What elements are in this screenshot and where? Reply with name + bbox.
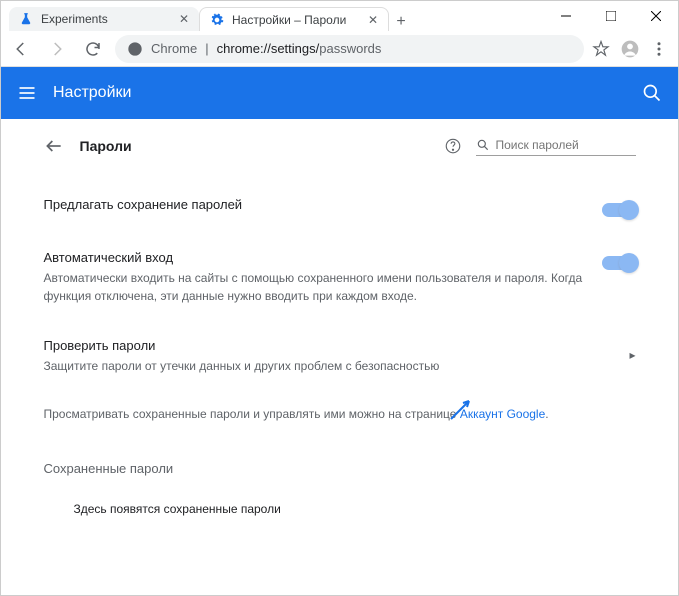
reload-button[interactable] [79,35,107,63]
back-button[interactable] [7,35,35,63]
chevron-right-icon: ▸ [629,338,635,362]
row-description: Автоматически входить на сайты с помощью… [44,269,586,305]
help-icon[interactable] [444,137,462,155]
row-autosignin: Автоматический вход Автоматически входит… [44,233,636,321]
password-search-input[interactable] [496,138,636,152]
maximize-button[interactable] [588,1,633,31]
page-title: Пароли [80,138,132,154]
back-arrow-button[interactable] [44,136,64,156]
content: Пароли Предлагать сохранение паролей [20,119,660,570]
row-label: Автоматический вход [44,250,586,265]
url-prefix: Chrome [151,41,197,56]
url-path: passwords [319,41,381,56]
gear-icon [210,13,224,27]
search-icon [476,137,490,153]
settings-appbar: Настройки [1,67,678,119]
toolbar: Chrome | chrome://settings/passwords [1,31,678,67]
toggle-offer-save[interactable] [602,203,636,217]
appbar-title: Настройки [53,84,131,102]
row-description: Защитите пароли от утечки данных и други… [44,357,614,375]
tab-settings-passwords[interactable]: Настройки – Пароли ✕ [199,7,389,31]
saved-passwords-title: Сохраненные пароли [44,461,636,476]
password-search[interactable] [476,135,636,156]
url-host: chrome://settings/ [217,41,320,56]
hamburger-icon[interactable] [17,83,37,103]
close-window-button[interactable] [633,1,678,31]
profile-icon[interactable] [620,39,640,59]
new-tab-button[interactable]: + [389,13,413,31]
titlebar: Experiments ✕ Настройки – Пароли ✕ + [1,1,678,31]
window-controls [543,1,678,31]
content-scroll[interactable]: Пароли Предлагать сохранение паролей [1,119,678,595]
tab-experiments[interactable]: Experiments ✕ [9,7,199,31]
subheader: Пароли [44,135,636,156]
bookmark-icon[interactable] [592,40,610,58]
minimize-button[interactable] [543,1,588,31]
close-icon[interactable]: ✕ [368,13,378,27]
address-bar[interactable]: Chrome | chrome://settings/passwords [115,35,584,63]
tab-strip: Experiments ✕ Настройки – Пароли ✕ + [1,1,543,31]
chrome-icon [127,41,143,57]
row-label: Предлагать сохранение паролей [44,197,586,212]
saved-passwords-empty: Здесь появятся сохраненные пароли [44,488,636,530]
row-check-passwords[interactable]: Проверить пароли Защитите пароли от утеч… [44,321,636,391]
menu-icon[interactable] [650,40,668,58]
manage-passwords-text: Просматривать сохраненные пароли и управ… [44,391,636,437]
toggle-autosignin[interactable] [602,256,636,270]
row-label: Проверить пароли [44,338,614,353]
flask-icon [19,12,33,26]
tab-label: Experiments [41,12,108,26]
google-account-link[interactable]: Аккаунт Google [460,407,545,421]
row-offer-save: Предлагать сохранение паролей [44,180,636,233]
tab-label: Настройки – Пароли [232,13,346,27]
close-icon[interactable]: ✕ [179,12,189,26]
search-icon[interactable] [642,83,662,103]
forward-button[interactable] [43,35,71,63]
